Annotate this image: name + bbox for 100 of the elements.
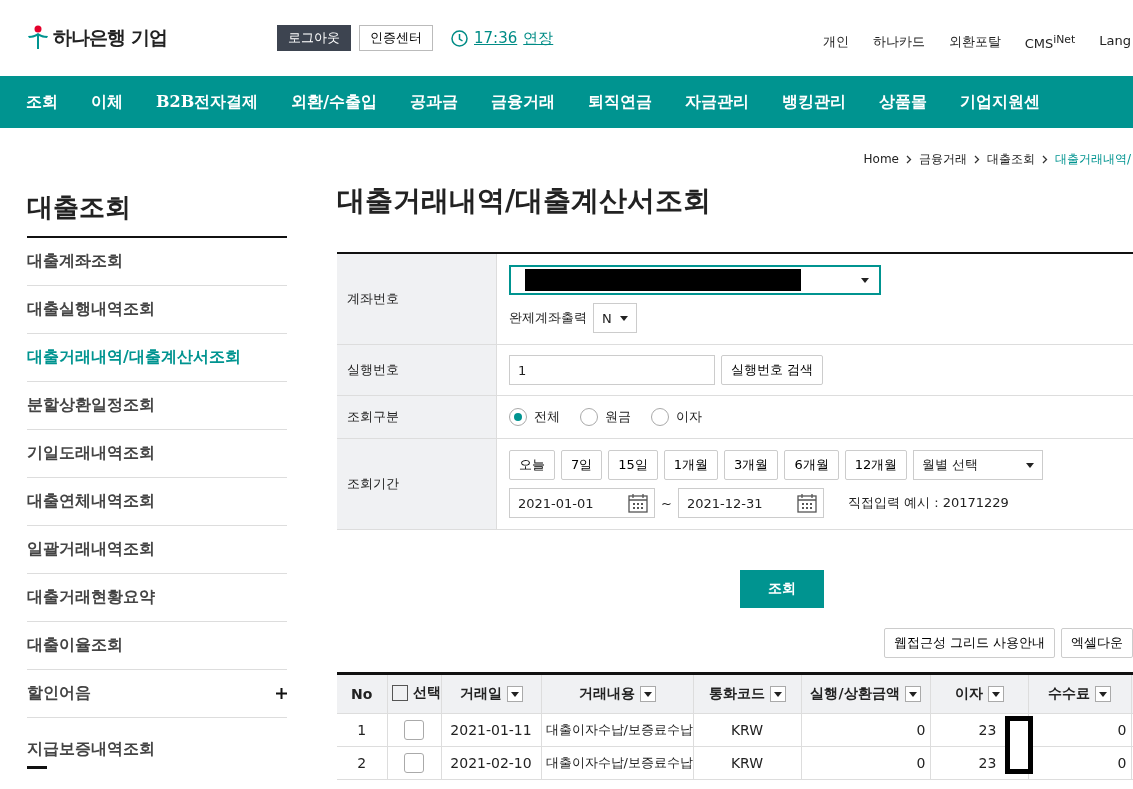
period-button[interactable]: 3개월 xyxy=(724,450,779,480)
table-cell: 2 xyxy=(337,746,387,780)
date-field[interactable]: 2021-12-31 xyxy=(677,488,824,518)
period-button[interactable]: 오늘 xyxy=(509,450,555,480)
caret-icon xyxy=(861,277,869,283)
logo-text: 하나은행 기업 xyxy=(53,25,167,50)
page-title: 대출거래내역/대출계산서조회 xyxy=(337,183,713,219)
column-header: 실행/상환금액 xyxy=(801,673,930,714)
top-link[interactable]: CMS$^{iNet}$ xyxy=(1024,32,1076,52)
filter-caret-icon xyxy=(1099,691,1107,697)
input-field[interactable]: 1 xyxy=(509,355,715,385)
logout-button[interactable]: 로그아웃 xyxy=(277,25,351,51)
sidebar-item[interactable]: 대출계좌조회 xyxy=(27,251,123,272)
table-cell: 대출이자수납/보증료수납 xyxy=(541,746,693,780)
search-exec-button[interactable]: 실행번호 검색 xyxy=(721,355,824,385)
caret-icon xyxy=(1026,462,1035,468)
table-cell: KRW xyxy=(693,746,801,780)
select-all-checkbox[interactable] xyxy=(391,685,408,701)
top-link[interactable]: Lang xyxy=(1099,32,1131,52)
grid-button[interactable]: 웹접근성 그리드 사용안내 xyxy=(883,628,1055,658)
nav-item[interactable]: 공과금 xyxy=(410,91,459,113)
grid-button[interactable]: 엑셀다운 xyxy=(1061,628,1133,658)
date-field[interactable]: 2021-01-01 xyxy=(509,488,655,518)
nav-item[interactable]: 외환/수출입 xyxy=(291,91,378,113)
radio-label: 이자 xyxy=(676,408,702,426)
sidebar-item[interactable]: 할인어음 xyxy=(27,683,91,704)
breadcrumb-item[interactable]: 금융거래 xyxy=(918,150,967,168)
table-cell: 0 xyxy=(801,713,930,747)
column-header: 이자 xyxy=(930,673,1028,714)
table-cell: 대출이자수납/보증료수납 xyxy=(541,713,693,747)
session-time[interactable]: 17:36 xyxy=(474,29,518,47)
nav-item[interactable]: 뱅킹관리 xyxy=(782,91,847,113)
filter-caret-icon xyxy=(991,691,1000,697)
table-cell: 2021-02-10 xyxy=(441,746,541,780)
breadcrumb-item[interactable]: Home xyxy=(863,152,899,166)
row-checkbox[interactable] xyxy=(404,720,424,740)
column-header: 통화코드 xyxy=(693,673,801,714)
breadcrumb-item[interactable]: 대출조회 xyxy=(986,150,1035,168)
radio-label: 원금 xyxy=(605,408,631,426)
filter-button[interactable] xyxy=(506,686,523,702)
nav-item[interactable]: 상품몰 xyxy=(879,91,928,113)
period-button[interactable]: 7일 xyxy=(561,450,603,480)
logo-icon xyxy=(27,25,49,51)
top-link[interactable]: 하나카드 xyxy=(872,32,925,52)
nav-item[interactable]: B2B전자결제 xyxy=(156,91,259,113)
radio-label: 전체 xyxy=(534,408,560,426)
extend-link[interactable]: 연장 xyxy=(523,28,554,48)
nav-item[interactable]: 금융거래 xyxy=(491,91,556,113)
sidebar-item[interactable]: 대출거래내역/대출계산서조회 xyxy=(27,347,241,368)
account-select[interactable] xyxy=(509,265,881,295)
period-button[interactable]: 15일 xyxy=(608,450,658,480)
top-link[interactable]: 외환포탈 xyxy=(948,32,1001,52)
filter-button[interactable] xyxy=(639,686,656,702)
chevron-icon xyxy=(1041,154,1048,164)
filter-caret-icon xyxy=(510,691,519,697)
month-select[interactable]: 월별 선택 xyxy=(913,450,1044,480)
filter-caret-icon xyxy=(773,691,782,697)
closed-account-select[interactable]: N xyxy=(593,303,637,333)
top-link[interactable]: 개인 xyxy=(822,32,849,52)
calendar-icon[interactable] xyxy=(628,493,648,513)
sidebar-item[interactable]: 대출이율조회 xyxy=(27,635,123,656)
breadcrumb-item[interactable]: 대출거래내역/ xyxy=(1054,150,1131,168)
field-label: 실행번호 xyxy=(337,345,497,395)
filter-button[interactable] xyxy=(769,686,786,702)
table-cell: 23 xyxy=(930,713,1028,747)
filter-caret-icon xyxy=(643,691,652,697)
nav-item[interactable]: 이체 xyxy=(91,91,123,113)
range-separator: ~ xyxy=(661,495,672,511)
field-label: 조회기간 xyxy=(337,439,497,529)
sidebar-item[interactable]: 지급보증내역조회 xyxy=(27,738,155,760)
nav-item[interactable]: 퇴직연금 xyxy=(588,91,653,113)
nav-item[interactable]: 조회 xyxy=(26,91,58,113)
sidebar-item[interactable]: 분할상환일정조회 xyxy=(27,395,155,416)
period-button[interactable]: 12개월 xyxy=(844,450,908,480)
row-checkbox[interactable] xyxy=(404,753,424,773)
sidebar-item[interactable]: 대출거래현황요약 xyxy=(27,587,155,608)
period-button[interactable]: 1개월 xyxy=(663,450,719,480)
filter-button[interactable] xyxy=(904,686,921,702)
nav-item[interactable]: 자금관리 xyxy=(685,91,750,113)
hint-text: 직접입력 예시 : 20171229 xyxy=(847,494,1009,512)
column-header: 선택 xyxy=(387,673,441,714)
sidebar-title: 대출조회 xyxy=(27,190,287,238)
column-header: 거래내용 xyxy=(541,673,693,714)
table-cell: 2021-01-11 xyxy=(441,713,541,747)
search-button[interactable]: 조회 xyxy=(740,570,824,608)
calendar-icon[interactable] xyxy=(796,493,817,513)
sidebar-item[interactable]: 대출연체내역조회 xyxy=(27,491,155,512)
nav-item[interactable]: 기업지원센 xyxy=(960,91,1041,113)
table-cell: 1 xyxy=(337,713,387,747)
plus-icon[interactable] xyxy=(276,688,287,699)
sidebar-item[interactable]: 기일도래내역조회 xyxy=(27,443,155,464)
filter-button[interactable] xyxy=(1095,686,1111,702)
filter-button[interactable] xyxy=(987,686,1004,702)
caret-icon xyxy=(619,315,628,321)
sidebar-item[interactable]: 일괄거래내역조회 xyxy=(27,539,155,560)
period-button[interactable]: 6개월 xyxy=(784,450,839,480)
clock-icon xyxy=(451,29,468,47)
certificate-button[interactable]: 인증센터 xyxy=(359,25,433,51)
sidebar-item[interactable]: 대출실행내역조회 xyxy=(27,299,155,320)
field-label: 완제계좌출력 xyxy=(509,309,587,327)
